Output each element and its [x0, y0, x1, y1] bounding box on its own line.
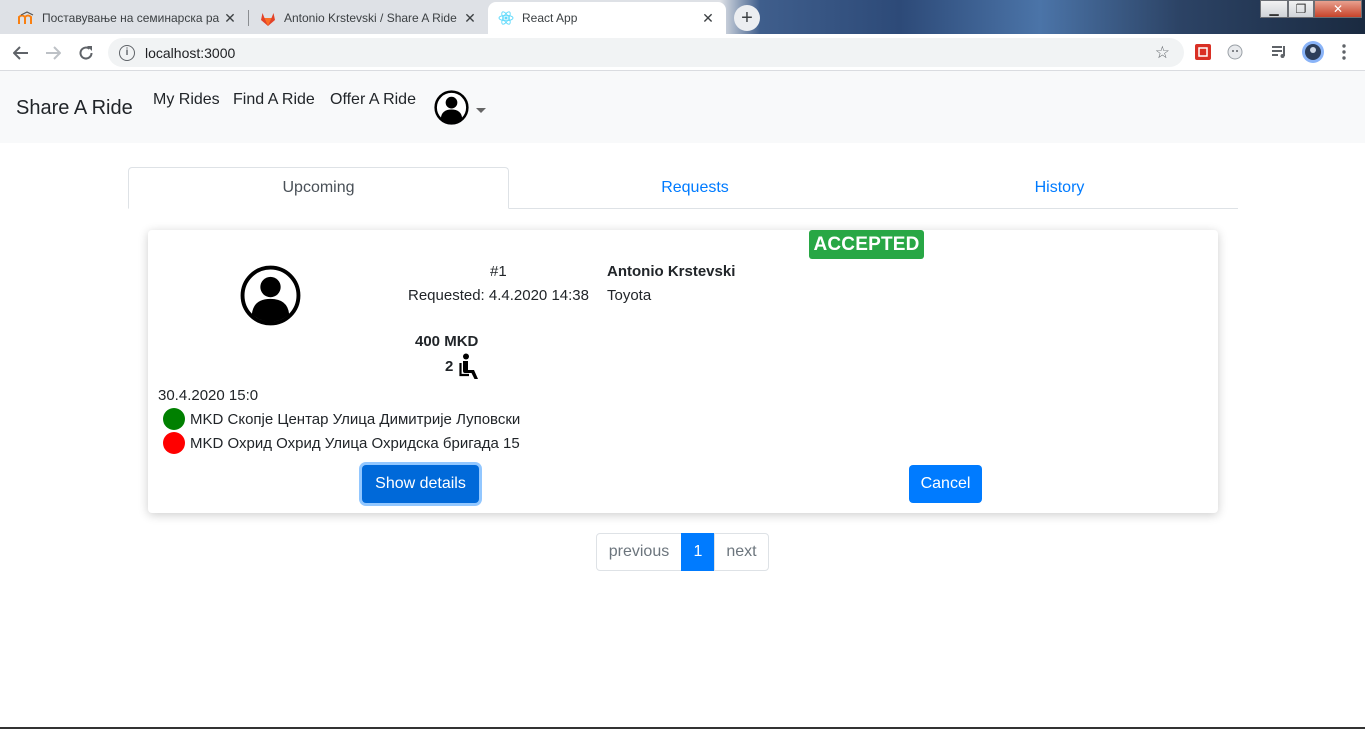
origin-marker	[163, 408, 185, 430]
destination-marker	[163, 432, 185, 454]
tab-separator	[248, 10, 249, 26]
nav-my-rides[interactable]: My Rides	[153, 91, 220, 109]
extension-face-icon[interactable]	[1226, 43, 1244, 61]
browser-tab-1[interactable]: Поставување на семинарска ра ✕	[8, 2, 248, 34]
car-model: Toyota	[607, 287, 652, 304]
info-icon[interactable]: i	[119, 44, 135, 61]
media-queue-icon[interactable]	[1270, 43, 1288, 61]
destination-address: MKD Охрид Охрид Улица Охридска бригада 1…	[190, 435, 520, 452]
browser-tab-3-title: React App	[522, 11, 578, 25]
address-url: localhost:3000	[145, 44, 236, 61]
requested-datetime: Requested: 4.4.2020 14:38	[408, 287, 589, 304]
driver-avatar-icon	[240, 265, 301, 331]
close-icon[interactable]: ✕	[222, 10, 238, 27]
chevron-down-icon	[476, 107, 486, 113]
tab-history[interactable]: History	[881, 167, 1238, 209]
nav-find-a-ride[interactable]: Find A Ride	[233, 91, 315, 109]
gitlab-icon	[260, 10, 276, 26]
origin-address: MKD Скопје Центар Улица Димитрије Луповс…	[190, 411, 521, 428]
seated-person-icon	[459, 353, 481, 386]
new-tab-button[interactable]: +	[734, 5, 760, 31]
ride-card: ACCEPTED #1 Requested: 4.4.2020 14:38 An…	[148, 230, 1218, 513]
user-menu-toggle[interactable]	[434, 90, 486, 130]
browser-toolbar: i localhost:3000 ☆	[0, 34, 1365, 71]
app-navbar: Share A Ride My Rides Find A Ride Offer …	[0, 71, 1365, 143]
ride-price: 400 MKD	[415, 333, 479, 350]
forward-icon[interactable]	[42, 42, 64, 64]
pagination-next[interactable]: next	[714, 533, 769, 571]
user-circle-icon	[434, 90, 469, 130]
minimize-icon[interactable]: ▁	[1260, 0, 1288, 18]
browser-tab-1-title: Поставување на семинарска ра	[42, 11, 220, 25]
tab-upcoming[interactable]: Upcoming	[128, 167, 509, 209]
pagination: previous 1 next	[596, 533, 769, 571]
brand-link[interactable]: Share A Ride	[16, 97, 133, 120]
browser-tabstrip: Поставување на семинарска ра ✕ Antonio K…	[0, 0, 1365, 34]
pagination-page-1[interactable]: 1	[681, 533, 715, 571]
show-details-button[interactable]: Show details	[362, 465, 479, 503]
menu-kebab-icon[interactable]	[1335, 43, 1353, 61]
browser-tab-2[interactable]: Antonio Krstevski / Share A Ride ✕	[250, 2, 488, 34]
pagination-previous[interactable]: previous	[596, 533, 682, 571]
driver-name: Antonio Krstevski	[607, 263, 736, 280]
window-close-icon[interactable]: ✕	[1314, 0, 1362, 18]
browser-tab-3[interactable]: React App ✕	[488, 2, 726, 34]
departure-datetime: 30.4.2020 15:0	[158, 387, 259, 404]
ride-number: #1	[490, 263, 507, 280]
reload-icon[interactable]	[75, 42, 97, 64]
seats-count: 2	[445, 358, 454, 375]
react-icon	[498, 10, 514, 26]
cancel-button[interactable]: Cancel	[909, 465, 982, 503]
restore-icon[interactable]: ❐	[1288, 0, 1314, 18]
extension-red-icon[interactable]	[1194, 43, 1212, 61]
status-badge: ACCEPTED	[809, 230, 924, 259]
profile-avatar[interactable]	[1301, 40, 1325, 64]
browser-tab-2-title: Antonio Krstevski / Share A Ride	[284, 11, 457, 25]
tab-requests[interactable]: Requests	[509, 167, 881, 209]
moodle-icon	[18, 10, 34, 26]
bookmark-star-icon[interactable]: ☆	[1155, 43, 1170, 63]
close-icon[interactable]: ✕	[700, 10, 716, 27]
back-icon[interactable]	[10, 42, 32, 64]
address-bar[interactable]: i localhost:3000 ☆	[108, 38, 1184, 67]
close-icon[interactable]: ✕	[462, 10, 478, 27]
nav-offer-a-ride[interactable]: Offer A Ride	[330, 91, 416, 109]
